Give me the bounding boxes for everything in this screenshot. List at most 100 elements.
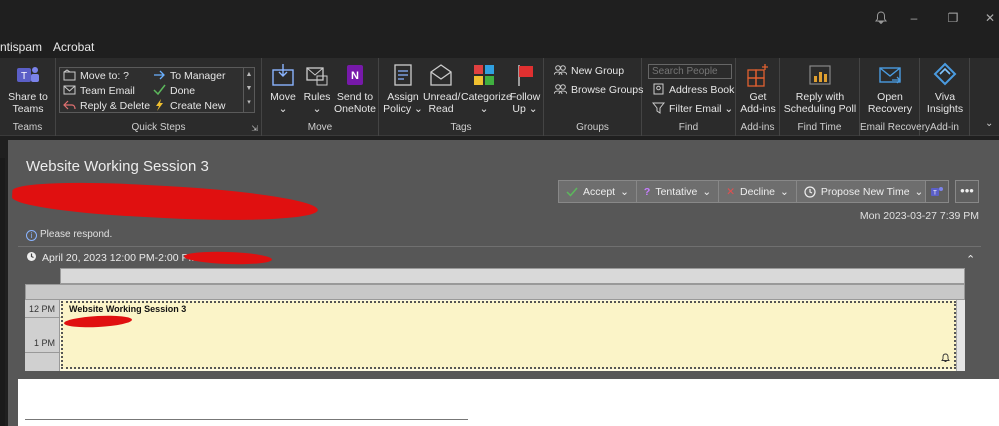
move-folder-icon	[272, 64, 294, 86]
address-book-button[interactable]: Address Book	[652, 83, 734, 98]
ribbon: T Share to Teams Teams Quick Steps ⇲ Mov…	[0, 58, 999, 136]
assign-policy-button[interactable]: Assign Policy ⌄	[383, 62, 423, 115]
group-label-viva: Add-in	[930, 122, 959, 133]
reminder-bell-icon	[941, 353, 950, 365]
open-recovery-button[interactable]: Open Recovery	[862, 62, 918, 115]
group-label-addins: Add-ins	[740, 122, 775, 133]
group-tags: Assign Policy ⌄ Unread/ Read Categorize ⌄…	[379, 58, 544, 136]
addins-grid-icon	[747, 64, 768, 87]
browse-groups-button[interactable]: Browse Groups	[554, 83, 643, 98]
close-icon[interactable]: ✕	[983, 11, 997, 25]
group-addins: Get Add-ins Add-ins	[736, 58, 780, 136]
calendar-hours: 12 PM 1 PM	[25, 300, 60, 371]
viva-insights-button[interactable]: Viva Insights	[922, 62, 968, 115]
quick-step-create-new[interactable]: Create New	[153, 99, 225, 114]
chevron-down-icon: ⌄	[620, 185, 629, 198]
check-icon	[566, 187, 578, 197]
chevron-down-icon: ⌄	[702, 185, 712, 198]
dialog-launcher-icon[interactable]: ⇲	[251, 124, 258, 133]
reply-icon	[63, 100, 76, 110]
accept-button[interactable]: Accept ⌄	[558, 180, 636, 203]
gallery-scroll[interactable]: ▲ ▼ ▾	[243, 68, 254, 112]
teams-icon: T	[17, 67, 39, 82]
follow-up-button[interactable]: Follow Up ⌄	[507, 62, 543, 115]
tentative-button[interactable]: ? Tentative ⌄	[635, 180, 719, 203]
svg-text:T: T	[21, 71, 27, 82]
quick-step-done[interactable]: Done	[153, 84, 195, 99]
send-to-onenote-button[interactable]: N Send to OneNote	[334, 62, 376, 115]
group-label-tags: Tags	[450, 122, 472, 133]
categorize-icon	[474, 65, 494, 85]
search-people-input[interactable]	[648, 64, 732, 79]
envelope-icon	[63, 85, 76, 95]
teams-chat-button[interactable]: T	[925, 180, 949, 203]
group-label-find: Find	[678, 122, 699, 133]
filter-icon	[652, 102, 665, 114]
chevron-down-icon: ⌄	[780, 185, 789, 198]
group-label-teams: Teams	[12, 122, 43, 133]
share-to-teams-button[interactable]: T Share to Teams	[4, 62, 52, 115]
chevron-down-icon: ⌄	[914, 185, 924, 198]
checkmark-icon	[153, 84, 166, 96]
decline-button[interactable]: ✕ Decline ⌄	[718, 180, 796, 203]
share-to-teams-label-1: Share to	[8, 91, 48, 103]
reply-scheduling-poll-button[interactable]: Reply with Scheduling Poll	[782, 62, 858, 115]
bell-icon[interactable]	[874, 11, 888, 25]
clock-icon	[27, 252, 36, 261]
propose-new-time-button[interactable]: Propose New Time ⌄	[795, 180, 932, 203]
group-label-move: Move	[307, 122, 333, 133]
folder-move-icon	[63, 69, 76, 81]
group-teams: T Share to Teams Teams	[0, 58, 56, 136]
svg-text:T: T	[933, 191, 937, 197]
more-actions-button[interactable]: •••	[955, 180, 979, 203]
quick-steps-gallery: Move to: ? To Manager Team Email Done Re…	[59, 67, 255, 113]
collapse-chevron-icon[interactable]: ⌃	[966, 253, 975, 266]
message-subject: Website Working Session 3	[26, 158, 209, 175]
calendar-scrollbar[interactable]	[956, 300, 965, 371]
onenote-icon: N	[347, 65, 363, 85]
body-rule	[25, 419, 468, 420]
group-label-quick-steps: Quick Steps	[131, 122, 186, 133]
restore-icon[interactable]: ❐	[946, 11, 960, 25]
scheduling-poll-icon	[809, 65, 831, 85]
menu-item-acrobat[interactable]: Acrobat	[53, 40, 94, 54]
lightning-icon	[156, 99, 163, 111]
group-label-find-time: Find Time	[797, 122, 842, 133]
filter-email-button[interactable]: Filter Email ⌄	[652, 102, 733, 117]
hour-divider	[25, 352, 60, 353]
unread-read-button[interactable]: Unread/ Read	[423, 62, 460, 115]
info-icon: i	[26, 230, 37, 241]
title-bar: – ❐ ✕	[0, 0, 999, 36]
quick-step-team-email[interactable]: Team Email	[63, 84, 135, 99]
viva-insights-icon	[933, 62, 957, 86]
response-bar: Accept ⌄ ? Tentative ⌄ ✕ Decline ⌄ Propose …	[558, 180, 932, 203]
calendar-preview: 12 PM 1 PM Website Working Session 3	[25, 268, 965, 371]
hour-label-12pm: 12 PM	[28, 304, 55, 314]
clock-icon	[804, 185, 816, 198]
question-icon: ?	[643, 185, 651, 198]
flag-icon	[518, 65, 533, 86]
respond-notice: i Please respond.	[26, 229, 112, 241]
quick-step-move-to[interactable]: Move to: ?	[63, 69, 129, 84]
menu-item-antispam[interactable]: ntispam	[0, 40, 42, 54]
group-email-recovery: Open Recovery Email Recovery	[860, 58, 930, 136]
hour-label-1pm: 1 PM	[33, 338, 55, 348]
new-group-button[interactable]: New Group	[554, 64, 624, 79]
quick-step-reply-delete[interactable]: Reply & Delete	[63, 99, 150, 114]
calendar-event[interactable]: Website Working Session 3	[61, 301, 956, 369]
calendar-header	[60, 268, 965, 284]
policy-icon	[394, 64, 412, 86]
quick-step-to-manager[interactable]: To Manager	[153, 69, 225, 84]
move-button[interactable]: Move ⌄	[266, 62, 300, 115]
get-addins-button[interactable]: Get Add-ins	[738, 62, 778, 115]
sent-date: Mon 2023-03-27 7:39 PM	[859, 210, 979, 222]
rules-button[interactable]: Rules ⌄	[302, 62, 332, 115]
ribbon-collapse-icon[interactable]: ⌄	[985, 118, 993, 129]
group-find-time: Reply with Scheduling Poll Find Time	[780, 58, 860, 136]
envelope-open-icon	[430, 64, 452, 86]
share-to-teams-label-2: Teams	[12, 103, 44, 115]
rules-icon	[306, 67, 328, 86]
minimize-icon[interactable]: –	[907, 11, 921, 25]
email-recovery-icon	[879, 67, 901, 84]
categorize-button[interactable]: Categorize ⌄	[461, 62, 512, 115]
